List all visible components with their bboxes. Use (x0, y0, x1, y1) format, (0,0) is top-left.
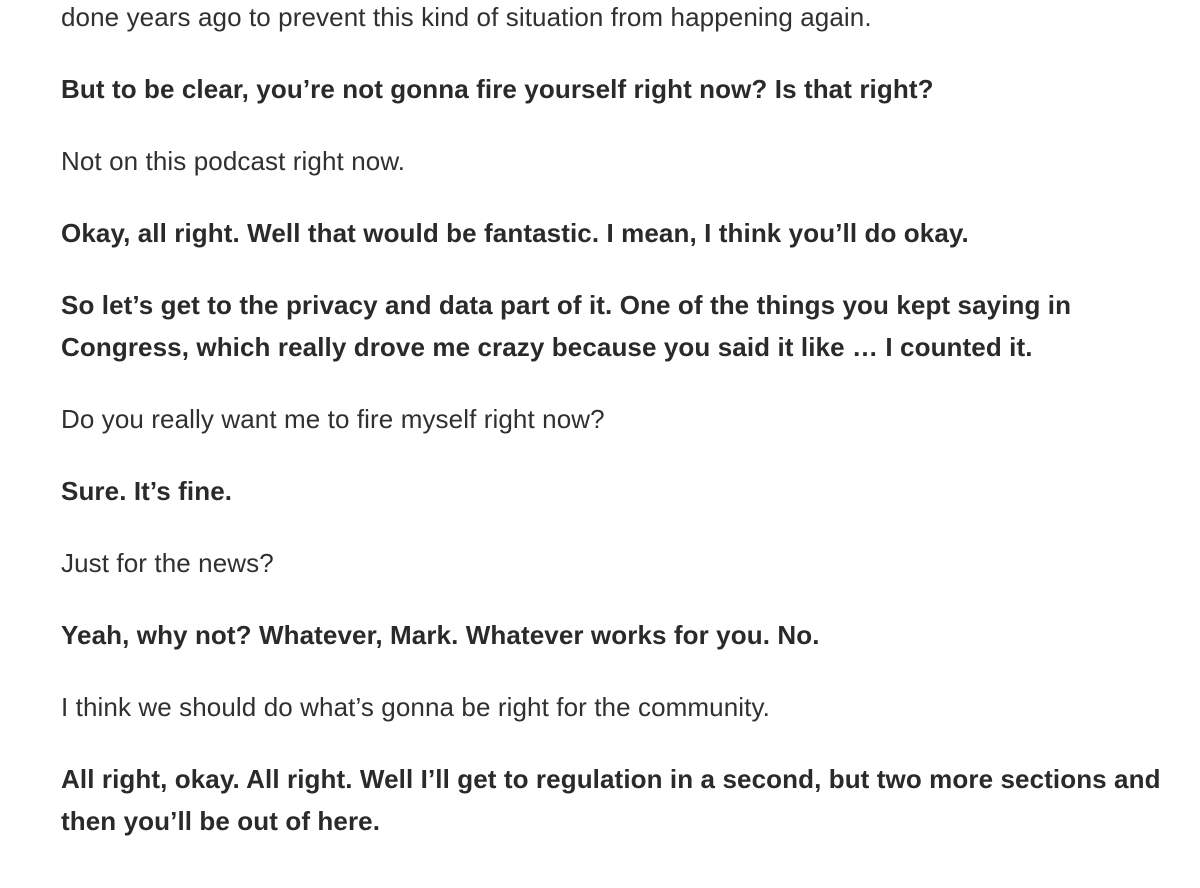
answer-paragraph: Just for the news? (61, 548, 274, 578)
answer-paragraph: done years ago to prevent this kind of s… (61, 2, 872, 32)
question-paragraph: But to be clear, you’re not gonna fire y… (61, 74, 934, 104)
question-paragraph: Yeah, why not? Whatever, Mark. Whatever … (61, 620, 820, 650)
question-paragraph: All right, okay. All right. Well I’ll ge… (61, 764, 1161, 836)
question-paragraph: Sure. It’s fine. (61, 476, 233, 506)
question-paragraph: So let’s get to the privacy and data par… (61, 290, 1072, 362)
answer-paragraph: Do you really want me to fire myself rig… (61, 404, 605, 434)
answer-paragraph: Not on this podcast right now. (61, 146, 406, 176)
answer-paragraph: I think we should do what’s gonna be rig… (61, 692, 770, 722)
question-paragraph: Okay, all right. Well that would be fant… (61, 218, 969, 248)
article-transcript: done years ago to prevent this kind of s… (61, 0, 1161, 872)
